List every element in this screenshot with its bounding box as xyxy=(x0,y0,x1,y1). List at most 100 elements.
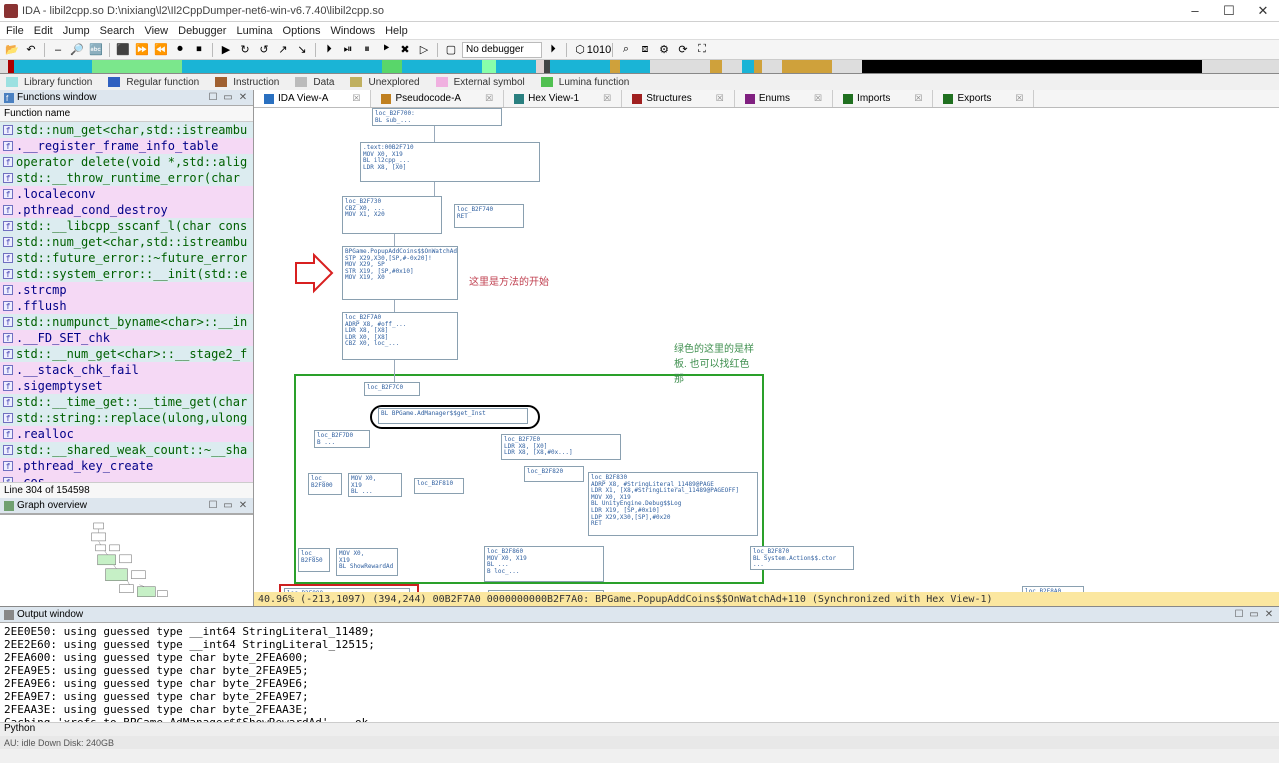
toolbar-button[interactable]: ⟳ xyxy=(675,42,691,58)
graph-overview[interactable] xyxy=(0,514,253,606)
graph-node[interactable]: loc_B2F830ADRP X8, #StringLiteral_11489@… xyxy=(588,472,758,536)
graph-node[interactable]: MOV X0,X19BL ShowRewardAd xyxy=(336,548,398,576)
nav-segment[interactable] xyxy=(754,60,762,73)
toolbar-button[interactable]: 1010 xyxy=(591,42,607,58)
toolbar-button[interactable]: ⬛ xyxy=(115,42,131,58)
nav-segment[interactable] xyxy=(620,60,650,73)
function-row[interactable]: f.realloc xyxy=(0,426,253,442)
function-row[interactable]: f.pthread_key_create xyxy=(0,458,253,474)
nav-segment[interactable] xyxy=(862,60,1202,73)
view-tab[interactable]: Exports☒ xyxy=(933,90,1034,107)
panel-close-button[interactable]: ✕ xyxy=(1263,609,1275,620)
nav-segment[interactable] xyxy=(710,60,722,73)
tab-close-icon[interactable]: ☒ xyxy=(914,93,922,104)
graph-canvas[interactable]: 这里是方法的开始 绿色的这里的是样板. 也可以找红色那 loc_B2F700:B… xyxy=(254,108,1279,592)
function-row[interactable]: fstd::__libcpp_sscanf_l(char cons xyxy=(0,218,253,234)
graph-node[interactable]: BL BPGame.AdManager$$get_Inst xyxy=(378,408,528,424)
nav-segment[interactable] xyxy=(762,60,782,73)
toolbar-button[interactable]: ↗ xyxy=(275,42,291,58)
graph-node[interactable]: loc_B2F890ADRP X8, #byte_2FEA600LDRB W8,… xyxy=(488,590,604,592)
menu-jump[interactable]: Jump xyxy=(63,25,90,37)
panel-dock-button[interactable]: ☐ xyxy=(207,500,219,511)
view-tab[interactable]: Structures☒ xyxy=(622,90,735,107)
graph-node[interactable]: loc_B2F7C0 xyxy=(364,382,420,396)
function-row[interactable]: fstd::system_error::__init(std::e xyxy=(0,266,253,282)
toolbar-button[interactable]: ↺ xyxy=(256,42,272,58)
toolbar-button[interactable]: ⏹ xyxy=(191,42,207,58)
functions-list[interactable]: fstd::num_get<char,std::istreambuf.__reg… xyxy=(0,122,253,482)
function-row[interactable]: f.__stack_chk_fail xyxy=(0,362,253,378)
function-row[interactable]: fstd::num_get<char,std::istreambu xyxy=(0,234,253,250)
function-row[interactable]: fstd::future_error::~future_error xyxy=(0,250,253,266)
graph-node[interactable]: MOV X0,X19BL ... xyxy=(348,473,402,497)
close-button[interactable]: ✕ xyxy=(1251,3,1275,19)
toolbar-button[interactable]: ⏵ xyxy=(545,42,561,58)
menu-debugger[interactable]: Debugger xyxy=(178,25,226,37)
toolbar-button[interactable]: 🔎 xyxy=(69,42,85,58)
view-tab[interactable]: Enums☒ xyxy=(735,90,833,107)
view-tab[interactable]: Pseudocode-A☒ xyxy=(371,90,504,107)
function-row[interactable]: fstd::__shared_weak_count::~__sha xyxy=(0,442,253,458)
menu-help[interactable]: Help xyxy=(385,25,408,37)
nav-segment[interactable] xyxy=(832,60,862,73)
graph-node[interactable]: loc_B2F730CBZ X0, ...MOV X1, X20 xyxy=(342,196,442,234)
function-row[interactable]: f.sigemptyset xyxy=(0,378,253,394)
tab-close-icon[interactable]: ☒ xyxy=(716,93,724,104)
nav-segment[interactable] xyxy=(536,60,544,73)
nav-segment[interactable] xyxy=(182,60,382,73)
graph-node[interactable]: loc_B2F800 xyxy=(308,473,342,495)
function-row[interactable]: f.cos xyxy=(0,474,253,482)
toolbar-button[interactable]: ⌕ xyxy=(618,42,634,58)
function-row[interactable]: fstd::string::replace(ulong,ulong xyxy=(0,410,253,426)
function-row[interactable]: f.fflush xyxy=(0,298,253,314)
maximize-button[interactable]: ☐ xyxy=(1217,3,1241,19)
toolbar-button[interactable]: 🔤 xyxy=(88,42,104,58)
function-row[interactable]: fstd::num_get<char,std::istreambu xyxy=(0,122,253,138)
toolbar-button[interactable]: ↶ xyxy=(23,42,39,58)
graph-node[interactable]: loc_B2F880LDR X19, [SP,#0x10]LDP X29,X30… xyxy=(284,588,410,592)
toolbar-button[interactable]: – xyxy=(50,42,66,58)
panel-close-button[interactable]: ✕ xyxy=(237,92,249,103)
toolbar-button[interactable]: ▢ xyxy=(443,42,459,58)
toolbar-button[interactable]: ⚙ xyxy=(656,42,672,58)
tab-close-icon[interactable]: ☒ xyxy=(485,93,493,104)
panel-float-button[interactable]: ▭ xyxy=(222,500,234,511)
menu-view[interactable]: View xyxy=(144,25,168,37)
function-row[interactable]: f.__FD_SET_chk xyxy=(0,330,253,346)
toolbar-button[interactable]: ⛶ xyxy=(694,42,710,58)
output-body[interactable]: 2EE0E50: using guessed type __int64 Stri… xyxy=(0,623,1279,722)
toolbar-button[interactable]: ⬡ xyxy=(572,42,588,58)
function-row[interactable]: fstd::__throw_runtime_error(char xyxy=(0,170,253,186)
nav-segment[interactable] xyxy=(650,60,710,73)
menu-search[interactable]: Search xyxy=(100,25,135,37)
toolbar-button[interactable]: ⏺ xyxy=(172,42,188,58)
graph-node[interactable]: BPGame.PopupAddCoins$$OnWatchAdSTP X29,X… xyxy=(342,246,458,300)
nav-segment[interactable] xyxy=(722,60,742,73)
nav-segment[interactable] xyxy=(496,60,536,73)
panel-dock-button[interactable]: ☐ xyxy=(207,92,219,103)
graph-node[interactable]: .text:00B2F710MOV X0, X19BL il2cpp_...LD… xyxy=(360,142,540,182)
function-row[interactable]: f.strcmp xyxy=(0,282,253,298)
graph-node[interactable]: loc_B2F7A0ADRP X8, #off_...LDR X8, [X8]L… xyxy=(342,312,458,360)
function-row[interactable]: foperator delete(void *,std::alig xyxy=(0,154,253,170)
menu-lumina[interactable]: Lumina xyxy=(236,25,272,37)
navigation-band[interactable] xyxy=(0,60,1279,74)
nav-segment[interactable] xyxy=(482,60,496,73)
panel-float-button[interactable]: ▭ xyxy=(1248,609,1260,620)
nav-segment[interactable] xyxy=(1202,60,1232,73)
nav-segment[interactable] xyxy=(610,60,620,73)
view-tab[interactable]: IDA View-A☒ xyxy=(254,90,371,107)
menu-file[interactable]: File xyxy=(6,25,24,37)
graph-node[interactable]: loc_B2F8A0MOV X0,#0RET xyxy=(1022,586,1084,592)
nav-segment[interactable] xyxy=(402,60,482,73)
panel-float-button[interactable]: ▭ xyxy=(222,92,234,103)
graph-node[interactable]: loc_B2F820 xyxy=(524,466,584,482)
output-console-tab[interactable]: Python xyxy=(0,722,1279,736)
menu-edit[interactable]: Edit xyxy=(34,25,53,37)
toolbar-button[interactable]: ✖ xyxy=(397,42,413,58)
function-row[interactable]: fstd::__num_get<char>::__stage2_f xyxy=(0,346,253,362)
toolbar-button[interactable]: 📂 xyxy=(4,42,20,58)
toolbar-button[interactable]: ⧈ xyxy=(637,42,653,58)
tab-close-icon[interactable]: ☒ xyxy=(352,93,360,104)
minimize-button[interactable]: – xyxy=(1183,3,1207,19)
